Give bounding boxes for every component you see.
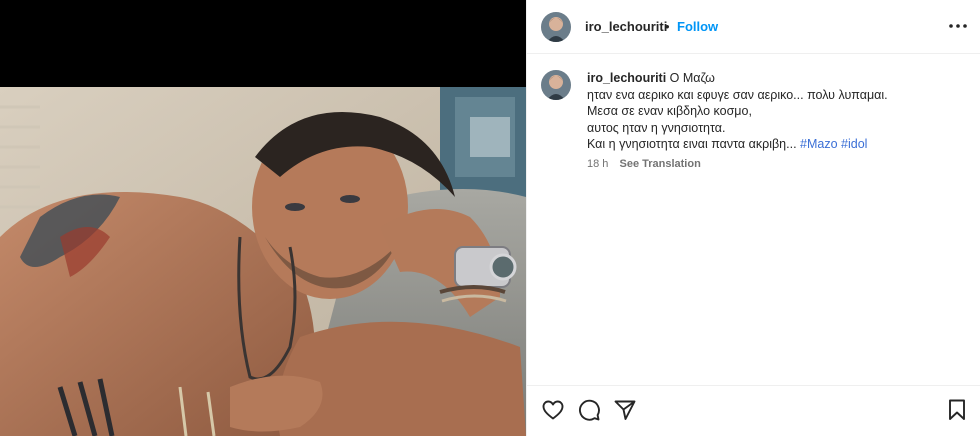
post-photo[interactable] [0,87,526,436]
caption-line-last: Και η γνησιοτητα ειναι παντα ακριβη... #… [587,136,967,153]
header-avatar[interactable] [541,12,571,42]
hashtag-link[interactable]: #Mazo [800,137,838,151]
caption-text-line: Και η γνησιοτητα ειναι παντα ακριβη... [587,137,797,151]
caption-line-1: iro_lechouriti Ο Μαζω [587,70,967,87]
caption-meta: 18 h See Translation [587,158,701,170]
share-button[interactable] [613,398,637,422]
action-bar [527,385,980,436]
caption-text-line: ηταν ενα αερικο και εφυγε σαν αερικο... … [587,87,888,102]
caption-text: iro_lechouriti Ο Μαζω ηταν ενα αερικο κα… [587,70,967,153]
header-separator: • [665,19,670,34]
post-panel: iro_lechouriti • Follow iro_lechouriti Ο… [526,0,980,436]
heart-icon [542,400,564,420]
comment-icon [579,399,600,421]
hashtag-link[interactable]: #idol [841,137,867,151]
more-horizontal-icon [949,24,967,28]
caption-username[interactable]: iro_lechouriti [587,71,666,85]
follow-button[interactable]: Follow [677,19,718,34]
header-username[interactable]: iro_lechouriti [585,19,667,34]
more-options-button[interactable] [947,16,969,36]
caption-avatar[interactable] [541,70,571,100]
post-header: iro_lechouriti • Follow [527,0,980,54]
save-button[interactable] [945,398,969,422]
send-icon [614,400,636,420]
like-button[interactable] [541,398,565,422]
comment-button[interactable] [577,398,601,422]
bookmark-icon [949,399,965,420]
post-media [0,0,526,436]
caption-text-line: αυτος ηταν η γνησιοτητα. [587,120,726,135]
caption-text-line: Μεσα σε εναν κιβδηλο κοσμο, [587,104,752,118]
post-time: 18 h [587,158,609,170]
see-translation-button[interactable]: See Translation [619,158,700,170]
caption-text-line: Ο Μαζω [669,71,715,85]
